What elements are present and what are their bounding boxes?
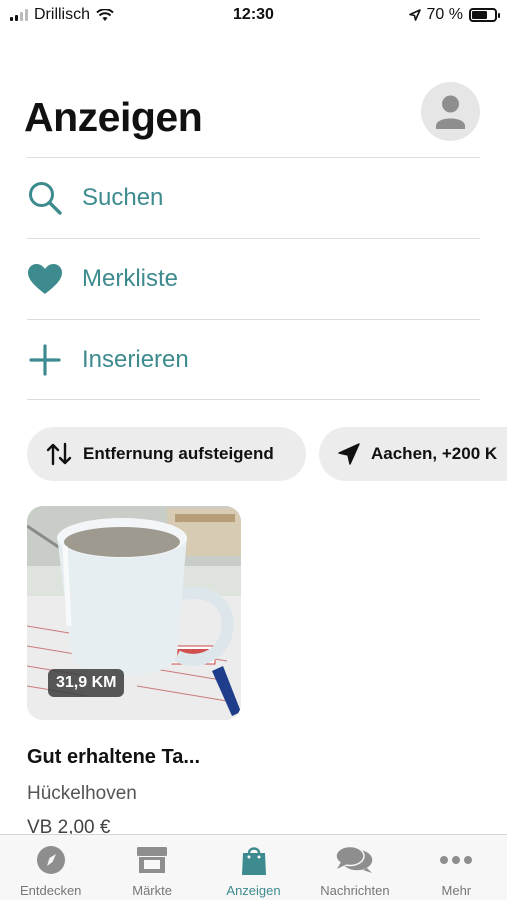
sort-arrows-icon xyxy=(46,442,72,466)
chat-bubbles-icon xyxy=(335,845,375,875)
page-title: Anzeigen xyxy=(24,94,203,140)
listing-location: Hückelhoven xyxy=(27,783,137,804)
listing-card[interactable]: 31,9 KM Gut erhaltene Ta... Hückelhoven … xyxy=(27,506,242,839)
filter-chips: Entfernung aufsteigend Aachen, +200 K xyxy=(27,427,507,481)
battery-level xyxy=(472,11,488,19)
location-services-icon xyxy=(408,9,421,21)
tab-mehr[interactable]: Mehr xyxy=(406,835,507,900)
tab-label: Entdecken xyxy=(19,883,82,898)
profile-avatar-button[interactable] xyxy=(421,82,480,141)
menu-item-search[interactable]: Suchen xyxy=(27,157,480,238)
location-chip-label: Aachen, +200 K xyxy=(371,444,498,463)
listing-title: Gut erhaltene Ta... xyxy=(27,746,200,768)
battery-icon xyxy=(469,8,500,22)
status-bar: Drillisch 12:30 70 % xyxy=(0,0,507,32)
sort-chip-label: Entfernung aufsteigend xyxy=(83,444,274,463)
menu-item-watchlist[interactable]: Merkliste xyxy=(27,238,480,319)
tab-nachrichten[interactable]: Nachrichten xyxy=(304,835,405,900)
store-icon xyxy=(135,845,169,875)
heart-icon xyxy=(27,261,63,297)
menu-item-label: Inserieren xyxy=(82,345,189,373)
tab-maerkte[interactable]: Märkte xyxy=(101,835,202,900)
shopping-bag-icon xyxy=(241,845,267,875)
compass-icon xyxy=(36,845,66,875)
tab-entdecken[interactable]: Entdecken xyxy=(0,835,101,900)
tab-bar: Entdecken Märkte Anzeigen Nachrichten Me… xyxy=(0,834,507,900)
main-menu: Suchen Merkliste Inserieren xyxy=(27,157,480,400)
tab-label: Nachrichten xyxy=(320,883,390,898)
menu-item-label: Suchen xyxy=(82,184,164,211)
location-chip[interactable]: Aachen, +200 K xyxy=(319,427,507,481)
more-dots-icon xyxy=(439,845,473,875)
plus-icon xyxy=(27,342,63,378)
sort-chip[interactable]: Entfernung aufsteigend xyxy=(27,427,306,481)
tab-label: Anzeigen xyxy=(226,883,281,898)
tab-anzeigen[interactable]: Anzeigen xyxy=(203,835,304,900)
battery-percent: 70 % xyxy=(426,6,463,23)
menu-item-post-ad[interactable]: Inserieren xyxy=(27,319,480,400)
status-right: 70 % xyxy=(408,6,500,24)
tab-label: Mehr xyxy=(441,883,472,898)
user-avatar-icon xyxy=(436,95,465,129)
tab-label: Märkte xyxy=(132,883,172,898)
distance-badge: 31,9 KM xyxy=(48,669,125,697)
search-icon xyxy=(27,180,63,216)
location-arrow-icon xyxy=(338,443,360,465)
listing-image: 31,9 KM xyxy=(27,506,241,720)
menu-item-label: Merkliste xyxy=(82,265,179,292)
